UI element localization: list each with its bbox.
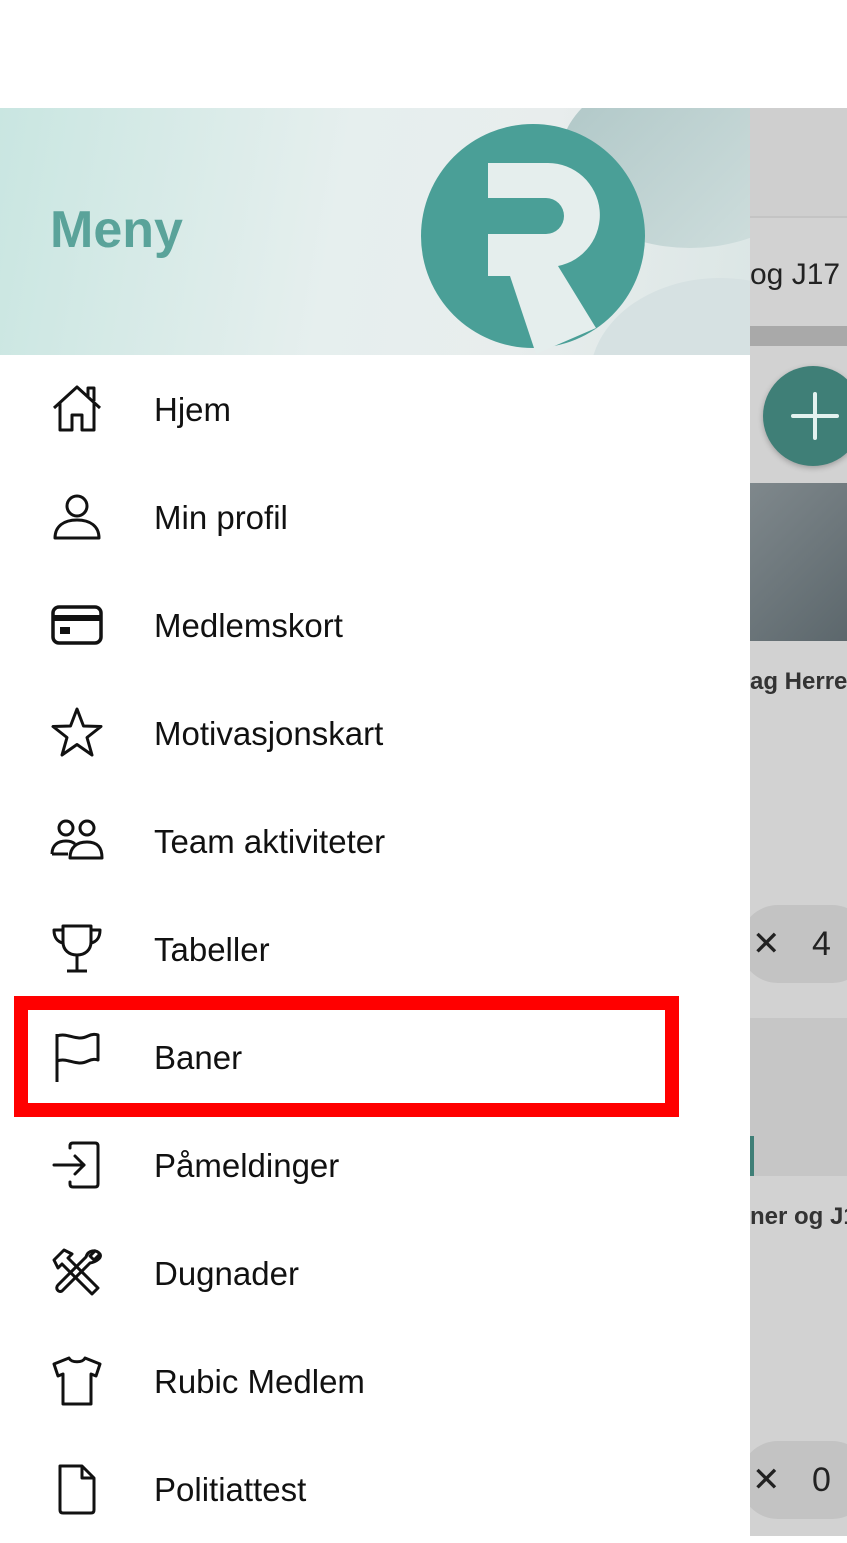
menu-item-medlemskort[interactable]: Medlemskort — [0, 571, 750, 679]
menu-item-tabeller[interactable]: Tabeller — [0, 895, 750, 1003]
menu-item-team-aktiviteter[interactable]: Team aktiviteter — [0, 787, 750, 895]
menu-item-rubic-medlem[interactable]: Rubic Medlem — [0, 1327, 750, 1435]
menu-item-pameldinger[interactable]: Påmeldinger — [0, 1111, 750, 1219]
close-icon: ✕ — [752, 1461, 781, 1499]
home-icon — [52, 385, 102, 432]
background-chip-2[interactable]: ✕ 0 — [750, 1441, 847, 1519]
menu-item-label: Motivasjonskart — [154, 715, 384, 752]
menu-item-motivasjonskart[interactable]: Motivasjonskart — [0, 679, 750, 787]
tools-icon — [52, 1248, 102, 1296]
menu-item-min-profil[interactable]: Min profil — [0, 463, 750, 571]
background-tab-bar[interactable]: og J17 — [750, 216, 847, 328]
trophy-icon — [52, 924, 102, 973]
team-icon — [50, 819, 104, 860]
menu-item-label: Politiattest — [154, 1471, 307, 1508]
menu-item-label: Tabeller — [154, 931, 270, 968]
rubic-logo — [421, 124, 645, 354]
menu-item-label: Rubic Medlem — [154, 1363, 365, 1400]
card-icon — [51, 605, 103, 645]
menu-item-dugnader[interactable]: Dugnader — [0, 1219, 750, 1327]
menu-item-label: Min profil — [154, 499, 288, 536]
navigation-drawer: Meny Hjem Min profil Medlemskort Motivas… — [0, 108, 750, 1536]
background-header — [750, 108, 847, 216]
menu-item-label: Medlemskort — [154, 607, 343, 644]
chip-count: 4 — [812, 925, 831, 963]
menu-item-politiattest[interactable]: Politiattest — [0, 1435, 750, 1543]
document-icon — [58, 1464, 96, 1515]
plus-icon — [791, 392, 839, 440]
highlight-box — [14, 996, 679, 1117]
background-card-image-2[interactable] — [750, 1018, 847, 1176]
menu-item-hjem[interactable]: Hjem — [0, 355, 750, 463]
background-card-title[interactable]: ag Herre — [750, 668, 847, 696]
background-divider — [750, 326, 847, 346]
menu-item-label: Hjem — [154, 391, 232, 428]
add-button[interactable] — [763, 366, 847, 466]
menu-item-label: Team aktiviteter — [154, 823, 386, 860]
login-icon — [52, 1141, 100, 1189]
background-card-image[interactable] — [750, 483, 847, 641]
menu-title: Meny — [50, 201, 183, 259]
close-icon: ✕ — [752, 925, 781, 963]
background-app: og J17 ag Herre ✕ 4 ner og J1 ✕ 0 — [750, 108, 847, 1536]
chip-count: 0 — [812, 1461, 831, 1499]
menu-item-label: Dugnader — [154, 1255, 299, 1292]
background-card-title-2[interactable]: ner og J1 — [750, 1203, 847, 1231]
background-tab-label[interactable]: og J17 — [750, 258, 840, 292]
star-icon — [51, 707, 103, 757]
background-chip[interactable]: ✕ 4 — [750, 905, 847, 983]
shirt-icon — [52, 1356, 102, 1406]
menu-item-label: Påmeldinger — [154, 1147, 340, 1184]
drawer-header: Meny — [0, 108, 750, 355]
user-icon — [53, 494, 101, 540]
